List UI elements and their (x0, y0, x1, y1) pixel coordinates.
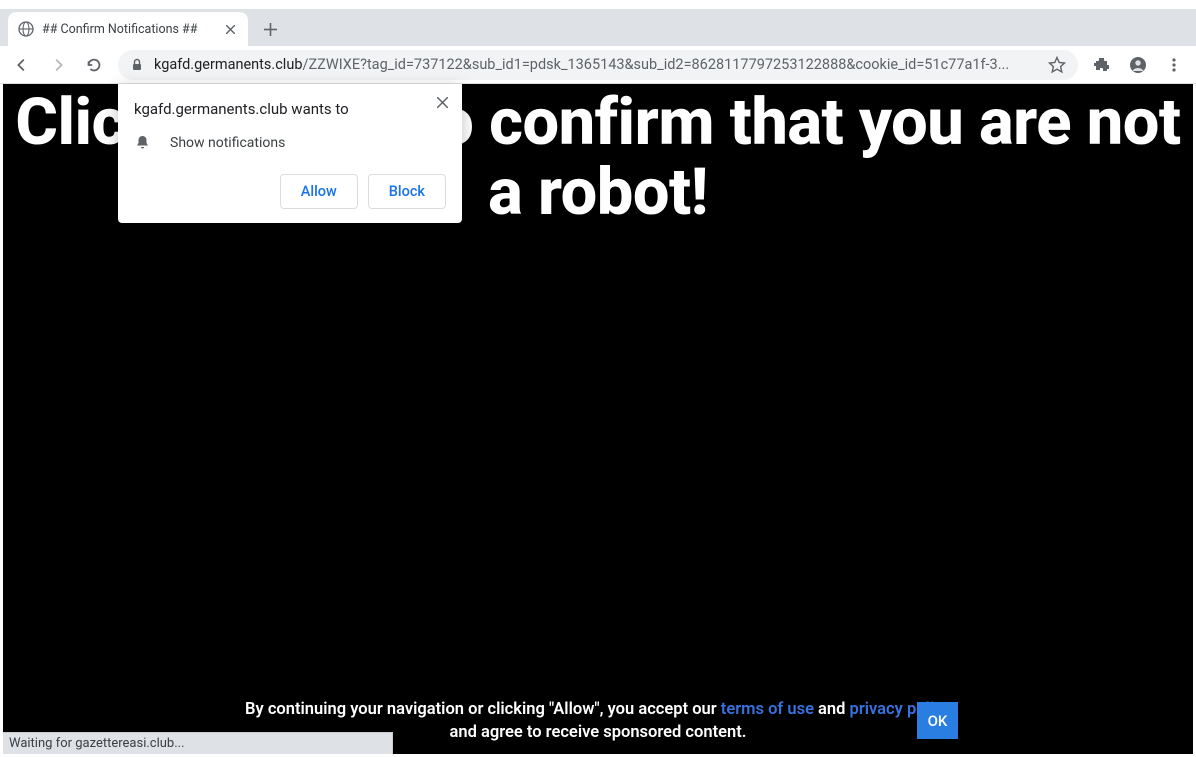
forward-button[interactable] (42, 49, 74, 81)
tab-strip: ## Confirm Notifications ## (0, 9, 1196, 46)
status-bar: Waiting for gazettereasi.club... (3, 732, 393, 754)
terms-of-use-link[interactable]: terms of use (721, 700, 814, 719)
consent-line2: and agree to receive sponsored content. (450, 723, 747, 742)
popup-title: kgafd.germanents.club wants to (134, 100, 446, 118)
browser-tab[interactable]: ## Confirm Notifications ## (8, 12, 248, 46)
allow-button[interactable]: Allow (280, 174, 358, 209)
popup-close-button[interactable] (434, 94, 450, 110)
notification-permission-popup: kgafd.germanents.club wants to Show noti… (118, 84, 462, 223)
bookmark-star-icon[interactable] (1048, 56, 1066, 74)
bell-icon (134, 134, 152, 152)
block-button[interactable]: Block (368, 174, 446, 209)
consent-and: and (814, 700, 850, 719)
popup-prompt: Show notifications (170, 135, 285, 151)
titlebar (0, 0, 1196, 9)
extensions-icon[interactable] (1086, 49, 1118, 81)
ok-button[interactable]: OK (917, 702, 958, 739)
globe-icon (18, 21, 34, 37)
back-button[interactable] (6, 49, 38, 81)
profile-icon[interactable] (1122, 49, 1154, 81)
new-tab-button[interactable] (256, 15, 284, 43)
url-text: kgafd.germanents.club/ZZWIXE?tag_id=7371… (154, 56, 1040, 73)
lock-icon (130, 57, 146, 73)
menu-icon[interactable] (1158, 49, 1190, 81)
tab-title: ## Confirm Notifications ## (42, 22, 214, 37)
browser-toolbar: kgafd.germanents.club/ZZWIXE?tag_id=7371… (0, 46, 1196, 84)
tab-close-button[interactable] (222, 21, 238, 37)
address-bar[interactable]: kgafd.germanents.club/ZZWIXE?tag_id=7371… (118, 50, 1078, 80)
consent-prefix: By continuing your navigation or clickin… (245, 700, 721, 719)
reload-button[interactable] (78, 49, 110, 81)
